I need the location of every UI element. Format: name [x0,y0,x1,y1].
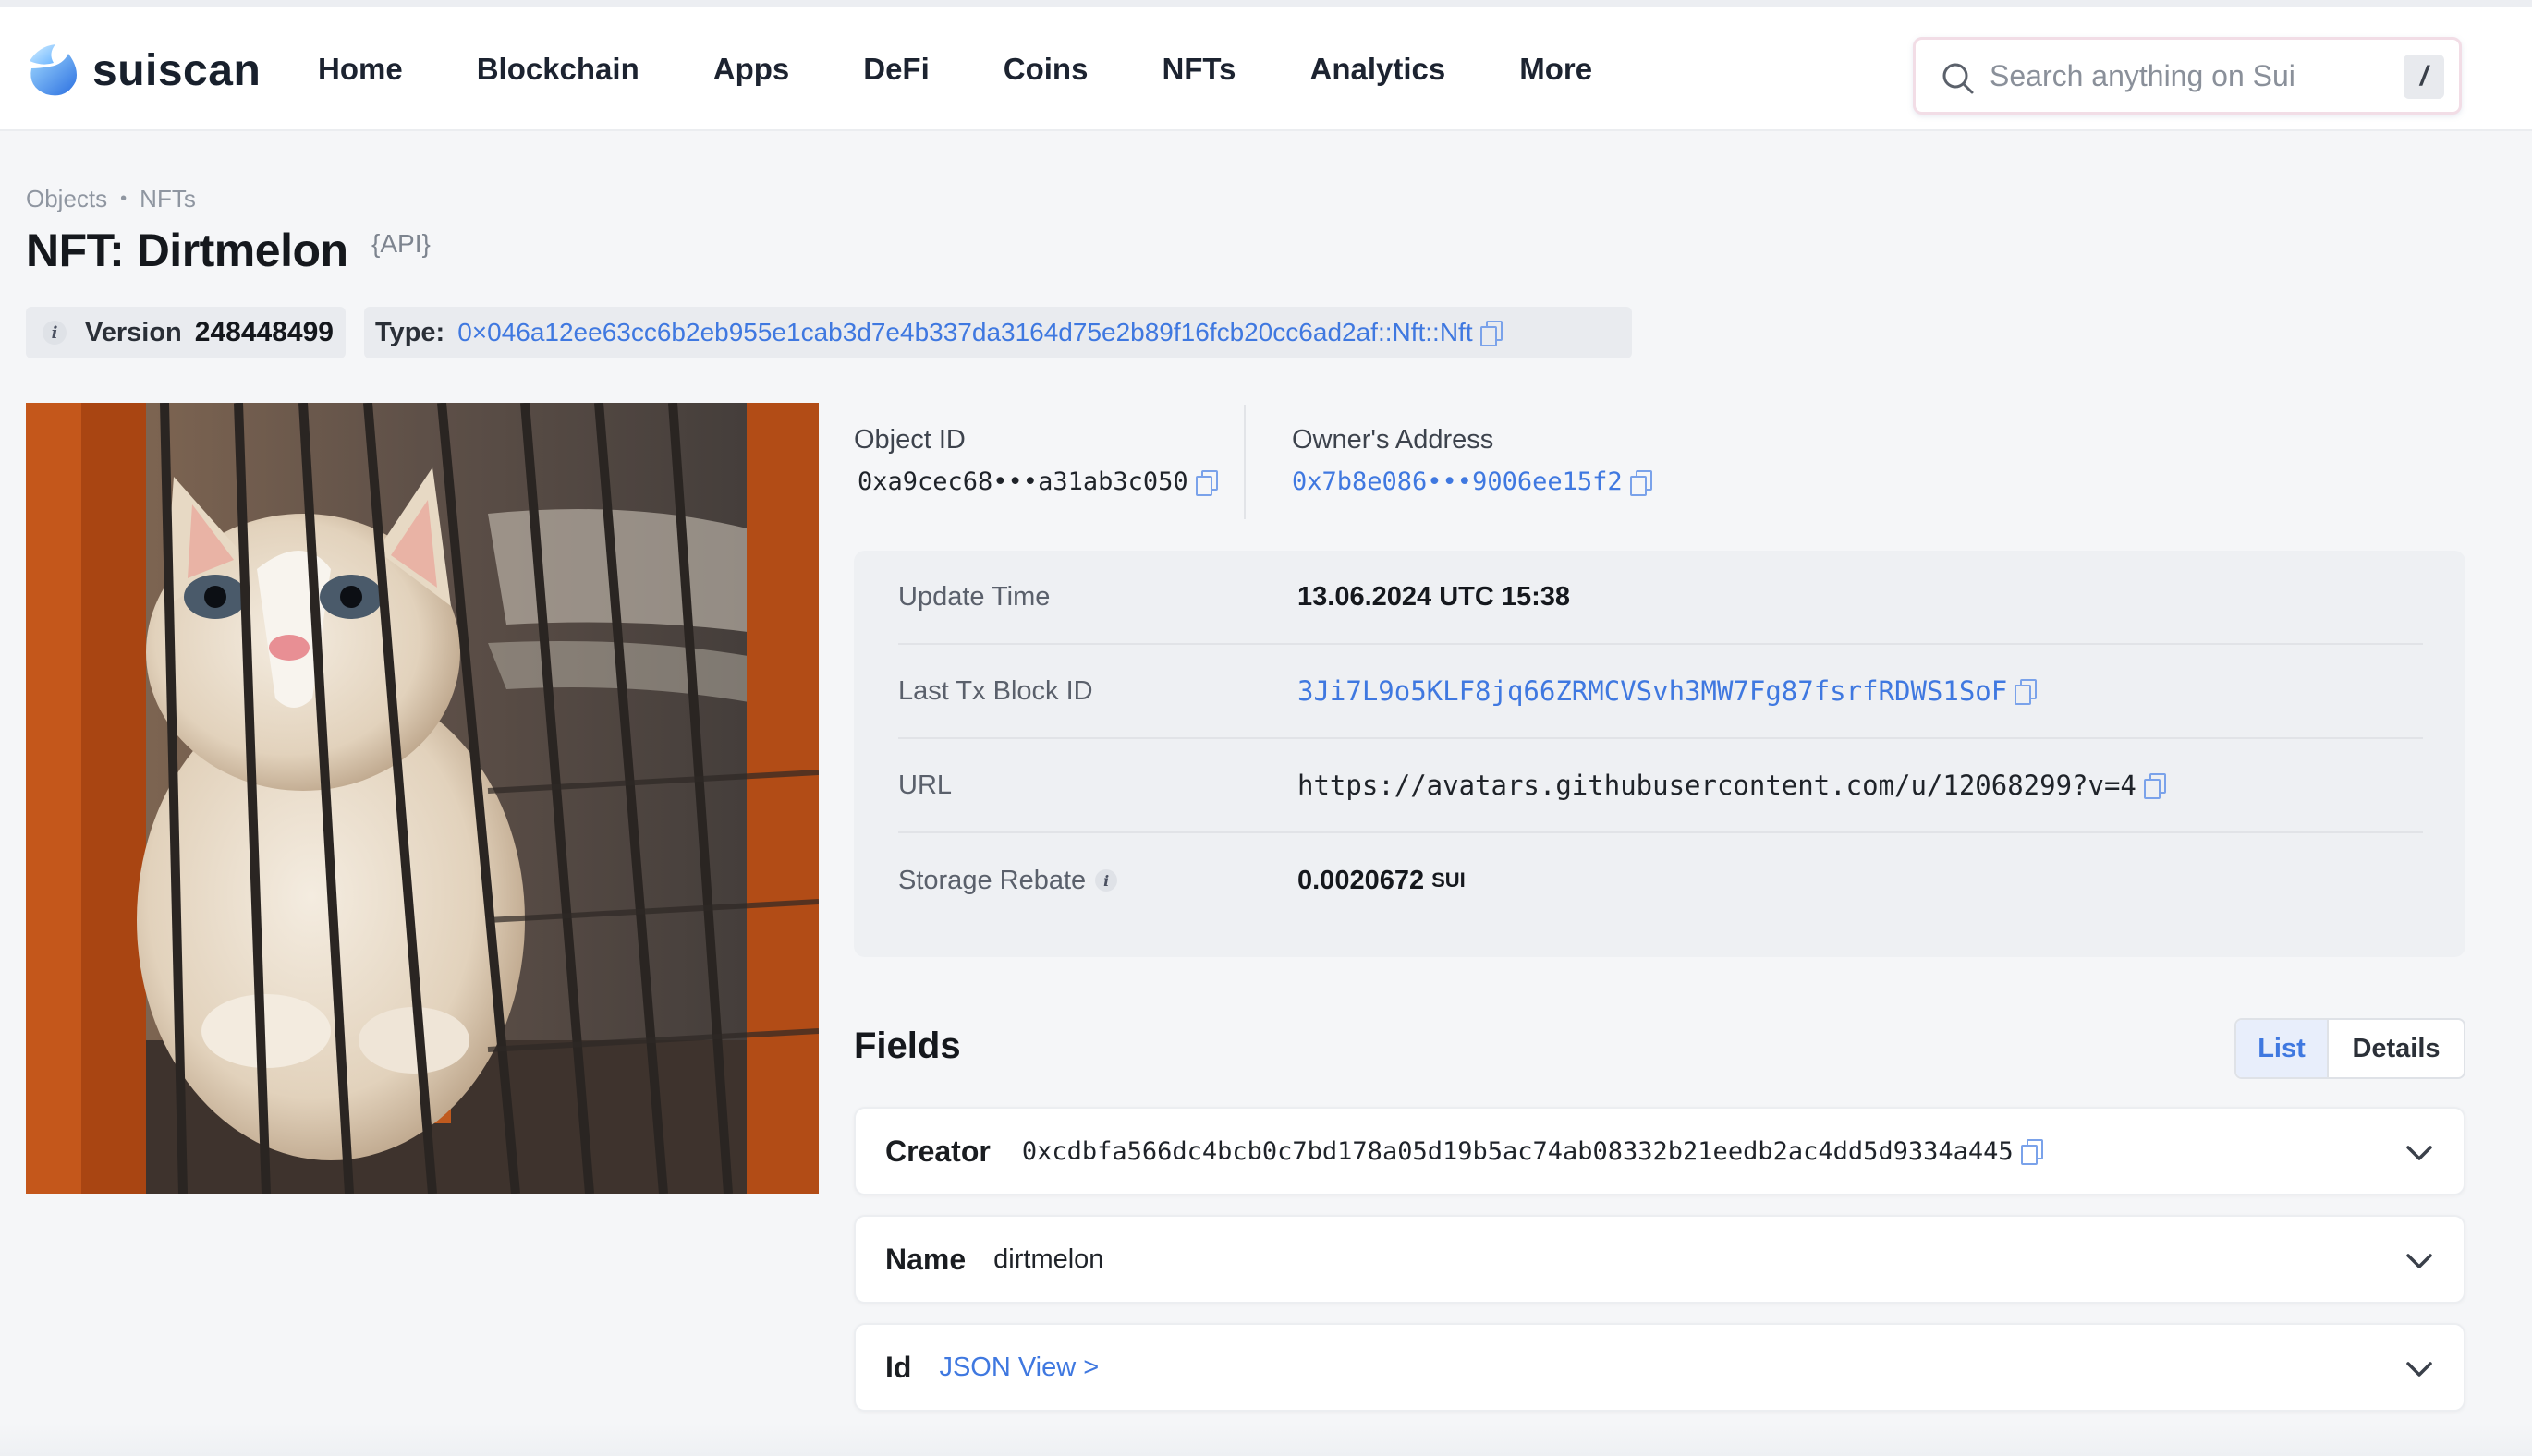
detail-row-update-time: Update Time 13.06.2024 UTC 15:38 [898,551,2423,645]
detail-value-row: 0.0020672 SUI [1297,866,1466,896]
field-name: Creator [885,1134,991,1168]
copy-icon[interactable] [1479,321,1503,346]
fields-title: Fields [854,1025,961,1066]
nav-nfts[interactable]: NFTs [1162,52,1236,87]
logo[interactable]: suiscan [26,41,261,100]
page-title: NFT: Dirtmelon [26,224,348,276]
details-panel: Update Time 13.06.2024 UTC 15:38 Last Tx… [854,551,2465,957]
field-name-row[interactable]: Name dirtmelon [854,1215,2465,1304]
version-chip: i Version 248448499 [26,307,346,358]
suiscan-logo-icon [26,41,81,100]
field-value: dirtmelon [993,1244,1104,1274]
chevron-down-icon[interactable] [2403,1353,2436,1386]
search-box[interactable]: / [1913,37,2462,115]
copy-icon[interactable] [1195,469,1218,496]
creator-address[interactable]: 0xcdbfa566dc4bcb0c7bd178a05d19b5ac74ab08… [1022,1137,2014,1166]
field-id[interactable]: Id JSON View > [854,1323,2465,1412]
details-view-button[interactable]: Details [2329,1020,2464,1077]
owner-address-value[interactable]: 0x7b8e086•••9006ee15f2 [1292,467,1623,496]
detail-value-row: https://avatars.githubusercontent.com/u/… [1297,770,2166,801]
field-value-row: 0xcdbfa566dc4bcb0c7bd178a05d19b5ac74ab08… [1022,1137,2043,1166]
breadcrumb-nfts[interactable]: NFTs [140,185,196,213]
storage-rebate-value: 0.0020672 [1297,865,1425,895]
nav-analytics[interactable]: Analytics [1310,52,1446,87]
last-tx-link[interactable]: 3Ji7L9o5KLF8jq66ZRMCVSvh3MW7Fg87fsrfRDWS… [1297,675,2007,707]
fields-view-toggle: List Details [2234,1018,2465,1079]
breadcrumb: Objects • NFTs [26,185,196,213]
detail-label-row: Storage Rebate i [898,866,1297,896]
type-chip: Type: 0×046a12ee63cc6b2eb955e1cab3d7e4b3… [364,307,1632,358]
detail-value: 13.06.2024 UTC 15:38 [1297,581,1571,612]
version-value: 248448499 [194,317,334,347]
copy-icon[interactable] [2020,1139,2043,1165]
main-nav: Home Blockchain Apps DeFi Coins NFTs Ana… [318,52,1666,87]
logo-text: suiscan [92,45,262,95]
search-shortcut-key: / [2404,55,2444,99]
chevron-down-icon[interactable] [2403,1136,2436,1170]
object-id-label: Object ID [854,425,966,455]
breadcrumb-objects[interactable]: Objects [26,185,107,213]
owner-address-label: Owner's Address [1292,425,1494,455]
json-view-link[interactable]: JSON View > [939,1353,1099,1383]
detail-row-url: URL https://avatars.githubusercontent.co… [898,739,2423,833]
chevron-down-icon[interactable] [2403,1244,2436,1278]
nav-home[interactable]: Home [318,52,403,87]
field-name: Id [885,1350,912,1384]
api-link[interactable]: {API} [371,229,431,259]
info-icon[interactable]: i [43,321,67,345]
site-header: suiscan Home Blockchain Apps DeFi Coins … [0,7,2532,131]
top-border [0,0,2532,7]
nav-apps[interactable]: Apps [713,52,790,87]
detail-label: URL [898,770,953,800]
detail-row-last-tx: Last Tx Block ID 3Ji7L9o5KLF8jq66ZRMCVSv… [898,645,2423,739]
copy-icon[interactable] [2143,773,2166,799]
object-id-value[interactable]: 0xa9cec68•••a31ab3c050 [858,467,1188,496]
url-value[interactable]: https://avatars.githubusercontent.com/u/… [1297,770,2136,801]
field-name: Name [885,1242,967,1276]
nav-coins[interactable]: Coins [1004,52,1089,87]
nav-more[interactable]: More [1519,52,1592,87]
owner-address-row: 0x7b8e086•••9006ee15f2 [1292,467,1652,496]
copy-icon[interactable] [1629,469,1652,496]
nav-blockchain[interactable]: Blockchain [477,52,639,87]
detail-value-row: 3Ji7L9o5KLF8jq66ZRMCVSvh3MW7Fg87fsrfRDWS… [1297,675,2038,707]
detail-label: Storage Rebate [898,865,1087,895]
search-icon [1940,60,1977,97]
object-id-row: 0xa9cec68•••a31ab3c050 [858,467,1218,496]
nft-image [26,403,819,1194]
version-label: Version [85,317,182,347]
type-label: Type: [375,317,445,347]
detail-label: Last Tx Block ID [898,675,1093,706]
nav-defi[interactable]: DeFi [863,52,930,87]
divider [1244,405,1246,519]
sui-unit: SUI [1431,868,1466,892]
bottom-fade [0,1423,2532,1456]
detail-label: Update Time [898,581,1051,612]
detail-row-storage-rebate: Storage Rebate i 0.0020672 SUI [898,833,2423,928]
copy-icon[interactable] [2015,679,2038,705]
list-view-button[interactable]: List [2236,1020,2329,1077]
info-icon[interactable]: i [1095,869,1118,892]
type-value[interactable]: 0×046a12ee63cc6b2eb955e1cab3d7e4b337da31… [457,318,1472,347]
field-creator[interactable]: Creator 0xcdbfa566dc4bcb0c7bd178a05d19b5… [854,1107,2465,1195]
breadcrumb-separator: • [120,188,128,209]
search-input[interactable] [1990,55,2378,97]
